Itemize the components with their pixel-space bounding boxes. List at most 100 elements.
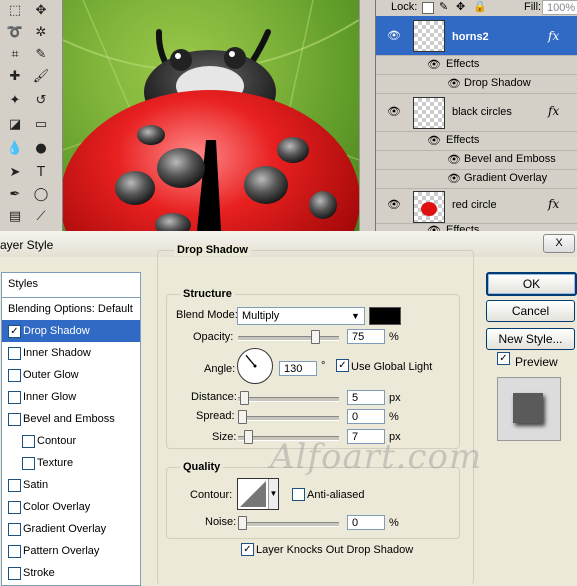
styles-list-item[interactable]: Blending Options: Default xyxy=(2,298,140,321)
gradient-tool-icon[interactable]: ▭ xyxy=(30,116,52,134)
opacity-slider-track[interactable] xyxy=(238,336,339,341)
styles-list-item[interactable]: Texture xyxy=(2,452,140,474)
layer-effects-row[interactable]: 👁 Effects xyxy=(376,132,577,151)
size-slider-handle[interactable] xyxy=(244,430,253,444)
effect-eye-icon[interactable]: 👁 xyxy=(426,59,442,71)
style-checkbox[interactable] xyxy=(8,347,21,360)
type-tool-icon[interactable]: T xyxy=(30,164,52,182)
fx-icon[interactable]: fx xyxy=(548,29,559,43)
style-checkbox[interactable] xyxy=(22,435,35,448)
lock-transparency-icon[interactable] xyxy=(422,2,434,14)
move-tool-icon[interactable]: ✥ xyxy=(30,2,52,20)
magic-wand-tool-icon[interactable]: ✲ xyxy=(30,24,52,42)
slice-tool-icon[interactable]: ✎ xyxy=(30,46,52,64)
effect-eye-icon[interactable]: 👁 xyxy=(446,173,462,185)
anti-aliased-checkbox[interactable] xyxy=(292,488,305,501)
layer-name[interactable]: horns2 xyxy=(452,31,489,43)
pen-tool-icon[interactable]: ✒ xyxy=(4,186,26,204)
layer-row-red-circle[interactable]: 👁 red circle fx xyxy=(376,189,577,224)
noise-input[interactable]: 0 xyxy=(347,515,385,530)
style-checkbox[interactable] xyxy=(8,369,21,382)
effect-drop-shadow-row[interactable]: 👁 Drop Shadow xyxy=(376,75,577,94)
styles-list-item[interactable]: Pattern Overlay xyxy=(2,540,140,562)
dodge-tool-icon[interactable]: ● xyxy=(30,140,52,158)
lock-image-icon[interactable]: ✎ xyxy=(439,0,448,13)
visibility-eye-icon[interactable]: 👁 xyxy=(386,30,402,42)
layer-name[interactable]: black circles xyxy=(452,106,512,118)
preview-checkbox[interactable]: ✓ xyxy=(497,352,510,365)
styles-list-item[interactable]: ✓ Drop Shadow xyxy=(2,320,140,342)
distance-input[interactable]: 5 xyxy=(347,390,385,405)
spread-input[interactable]: 0 xyxy=(347,409,385,424)
layer-name[interactable]: red circle xyxy=(452,199,497,211)
lock-all-icon[interactable]: 🔒 xyxy=(473,0,487,13)
styles-list-item[interactable]: Gradient Overlay xyxy=(2,518,140,540)
spread-slider-handle[interactable] xyxy=(238,410,247,424)
lasso-tool-icon[interactable]: ➰ xyxy=(4,24,26,42)
styles-list-item[interactable]: Color Overlay xyxy=(2,496,140,518)
layer-knocks-out-checkbox[interactable]: ✓ xyxy=(241,543,254,556)
style-checkbox[interactable] xyxy=(8,413,21,426)
styles-list-item[interactable]: Stroke xyxy=(2,562,140,584)
fx-icon[interactable]: fx xyxy=(548,104,559,118)
noise-slider-track[interactable] xyxy=(238,522,339,527)
effect-bevel-row[interactable]: 👁 Bevel and Emboss xyxy=(376,151,577,170)
angle-dial[interactable] xyxy=(237,348,273,384)
noise-slider-handle[interactable] xyxy=(238,516,247,530)
shadow-color-swatch[interactable] xyxy=(369,307,401,325)
eyedropper-tool-icon[interactable]: ⟋ xyxy=(30,208,52,226)
blur-tool-icon[interactable]: 💧 xyxy=(4,140,26,158)
blend-mode-select[interactable]: Multiply ▼ xyxy=(237,307,365,325)
styles-list-item[interactable]: Contour xyxy=(2,430,140,452)
crop-tool-icon[interactable]: ⌗ xyxy=(4,46,26,64)
document-canvas[interactable] xyxy=(63,0,359,231)
notes-tool-icon[interactable]: ▤ xyxy=(4,208,26,226)
distance-slider-handle[interactable] xyxy=(240,391,249,405)
contour-picker[interactable]: ▼ xyxy=(237,478,279,510)
angle-input[interactable]: 130 xyxy=(279,361,317,376)
new-style-button[interactable]: New Style... xyxy=(486,328,575,350)
close-button[interactable]: X xyxy=(543,234,575,253)
style-checkbox[interactable] xyxy=(8,523,21,536)
layer-effects-row[interactable]: 👁 Effects xyxy=(376,224,577,231)
styles-list-item[interactable]: Outer Glow xyxy=(2,364,140,386)
layer-effects-row[interactable]: 👁 Effects xyxy=(376,56,577,75)
layer-row-black-circles[interactable]: 👁 black circles fx xyxy=(376,94,577,132)
style-checkbox[interactable] xyxy=(8,501,21,514)
styles-list-item[interactable]: Satin xyxy=(2,474,140,496)
styles-list-item[interactable]: Bevel and Emboss xyxy=(2,408,140,430)
eraser-tool-icon[interactable]: ◪ xyxy=(4,116,26,134)
styles-list-item[interactable]: Inner Glow xyxy=(2,386,140,408)
effect-gradient-row[interactable]: 👁 Gradient Overlay xyxy=(376,170,577,189)
use-global-light-checkbox[interactable]: ✓ xyxy=(336,359,349,372)
marquee-tool-icon[interactable]: ⬚ xyxy=(4,2,26,20)
path-selection-tool-icon[interactable]: ➤ xyxy=(4,164,26,182)
cancel-button[interactable]: Cancel xyxy=(486,300,575,322)
style-checkbox[interactable] xyxy=(8,391,21,404)
styles-list-item[interactable]: Inner Shadow xyxy=(2,342,140,364)
visibility-eye-icon[interactable]: 👁 xyxy=(386,199,402,211)
distance-slider-track[interactable] xyxy=(238,397,339,402)
opacity-input[interactable]: 75 xyxy=(347,329,385,344)
lock-position-icon[interactable]: ✥ xyxy=(456,0,465,13)
canvas-vertical-scrollbar[interactable] xyxy=(359,0,376,231)
effect-eye-icon[interactable]: 👁 xyxy=(426,135,442,147)
styles-list-item[interactable]: Styles xyxy=(2,273,140,298)
style-checkbox[interactable]: ✓ xyxy=(8,325,21,338)
ok-button[interactable]: OK xyxy=(486,272,577,296)
history-brush-tool-icon[interactable]: ↺ xyxy=(30,92,52,110)
style-checkbox[interactable] xyxy=(8,567,21,580)
shape-tool-icon[interactable]: ◯ xyxy=(30,186,52,204)
style-checkbox[interactable] xyxy=(22,457,35,470)
fx-icon[interactable]: fx xyxy=(548,197,559,211)
fill-input[interactable]: 100% xyxy=(542,0,577,15)
effect-eye-icon[interactable]: 👁 xyxy=(446,154,462,166)
style-checkbox[interactable] xyxy=(8,479,21,492)
effect-eye-icon[interactable]: 👁 xyxy=(446,78,462,90)
style-checkbox[interactable] xyxy=(8,545,21,558)
clone-stamp-tool-icon[interactable]: ✦ xyxy=(4,92,26,110)
spread-slider-track[interactable] xyxy=(238,416,339,421)
opacity-slider-handle[interactable] xyxy=(310,330,320,344)
healing-brush-tool-icon[interactable]: ✚ xyxy=(4,68,26,86)
brush-tool-icon[interactable]: 🖌 xyxy=(30,68,52,86)
